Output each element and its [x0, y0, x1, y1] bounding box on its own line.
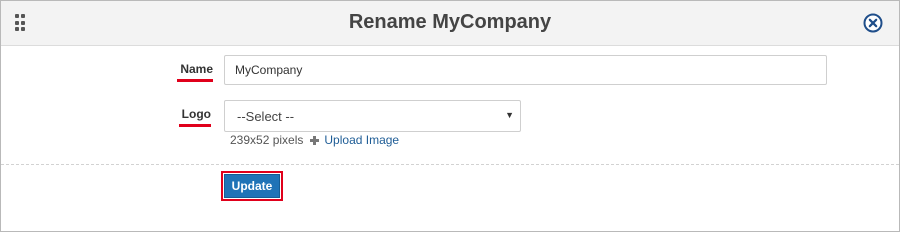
- upload-image-link[interactable]: Upload Image: [324, 133, 399, 147]
- logo-size-hint: 239x52 pixels: [230, 133, 304, 147]
- logo-hint: 239x52 pixels Upload Image: [230, 133, 399, 147]
- name-label: Name: [177, 62, 213, 82]
- dialog-header: Rename MyCompany: [1, 1, 899, 46]
- update-button[interactable]: Update: [224, 174, 280, 198]
- logo-select[interactable]: --Select -- ▼: [224, 100, 521, 132]
- rename-dialog: Rename MyCompany Name Logo --Select -- ▼…: [0, 0, 900, 232]
- logo-label-highlight: [179, 124, 211, 127]
- form-divider: [1, 164, 899, 165]
- name-label-highlight: [177, 79, 213, 82]
- logo-label: Logo: [179, 107, 211, 127]
- dialog-title: Rename MyCompany: [348, 11, 552, 33]
- close-icon[interactable]: [863, 13, 883, 33]
- name-input[interactable]: [224, 55, 827, 85]
- dropdown-arrow-icon: ▼: [505, 110, 514, 120]
- update-button-highlight: Update: [221, 171, 283, 201]
- plus-icon: [310, 135, 320, 145]
- logo-select-value: --Select --: [237, 109, 295, 124]
